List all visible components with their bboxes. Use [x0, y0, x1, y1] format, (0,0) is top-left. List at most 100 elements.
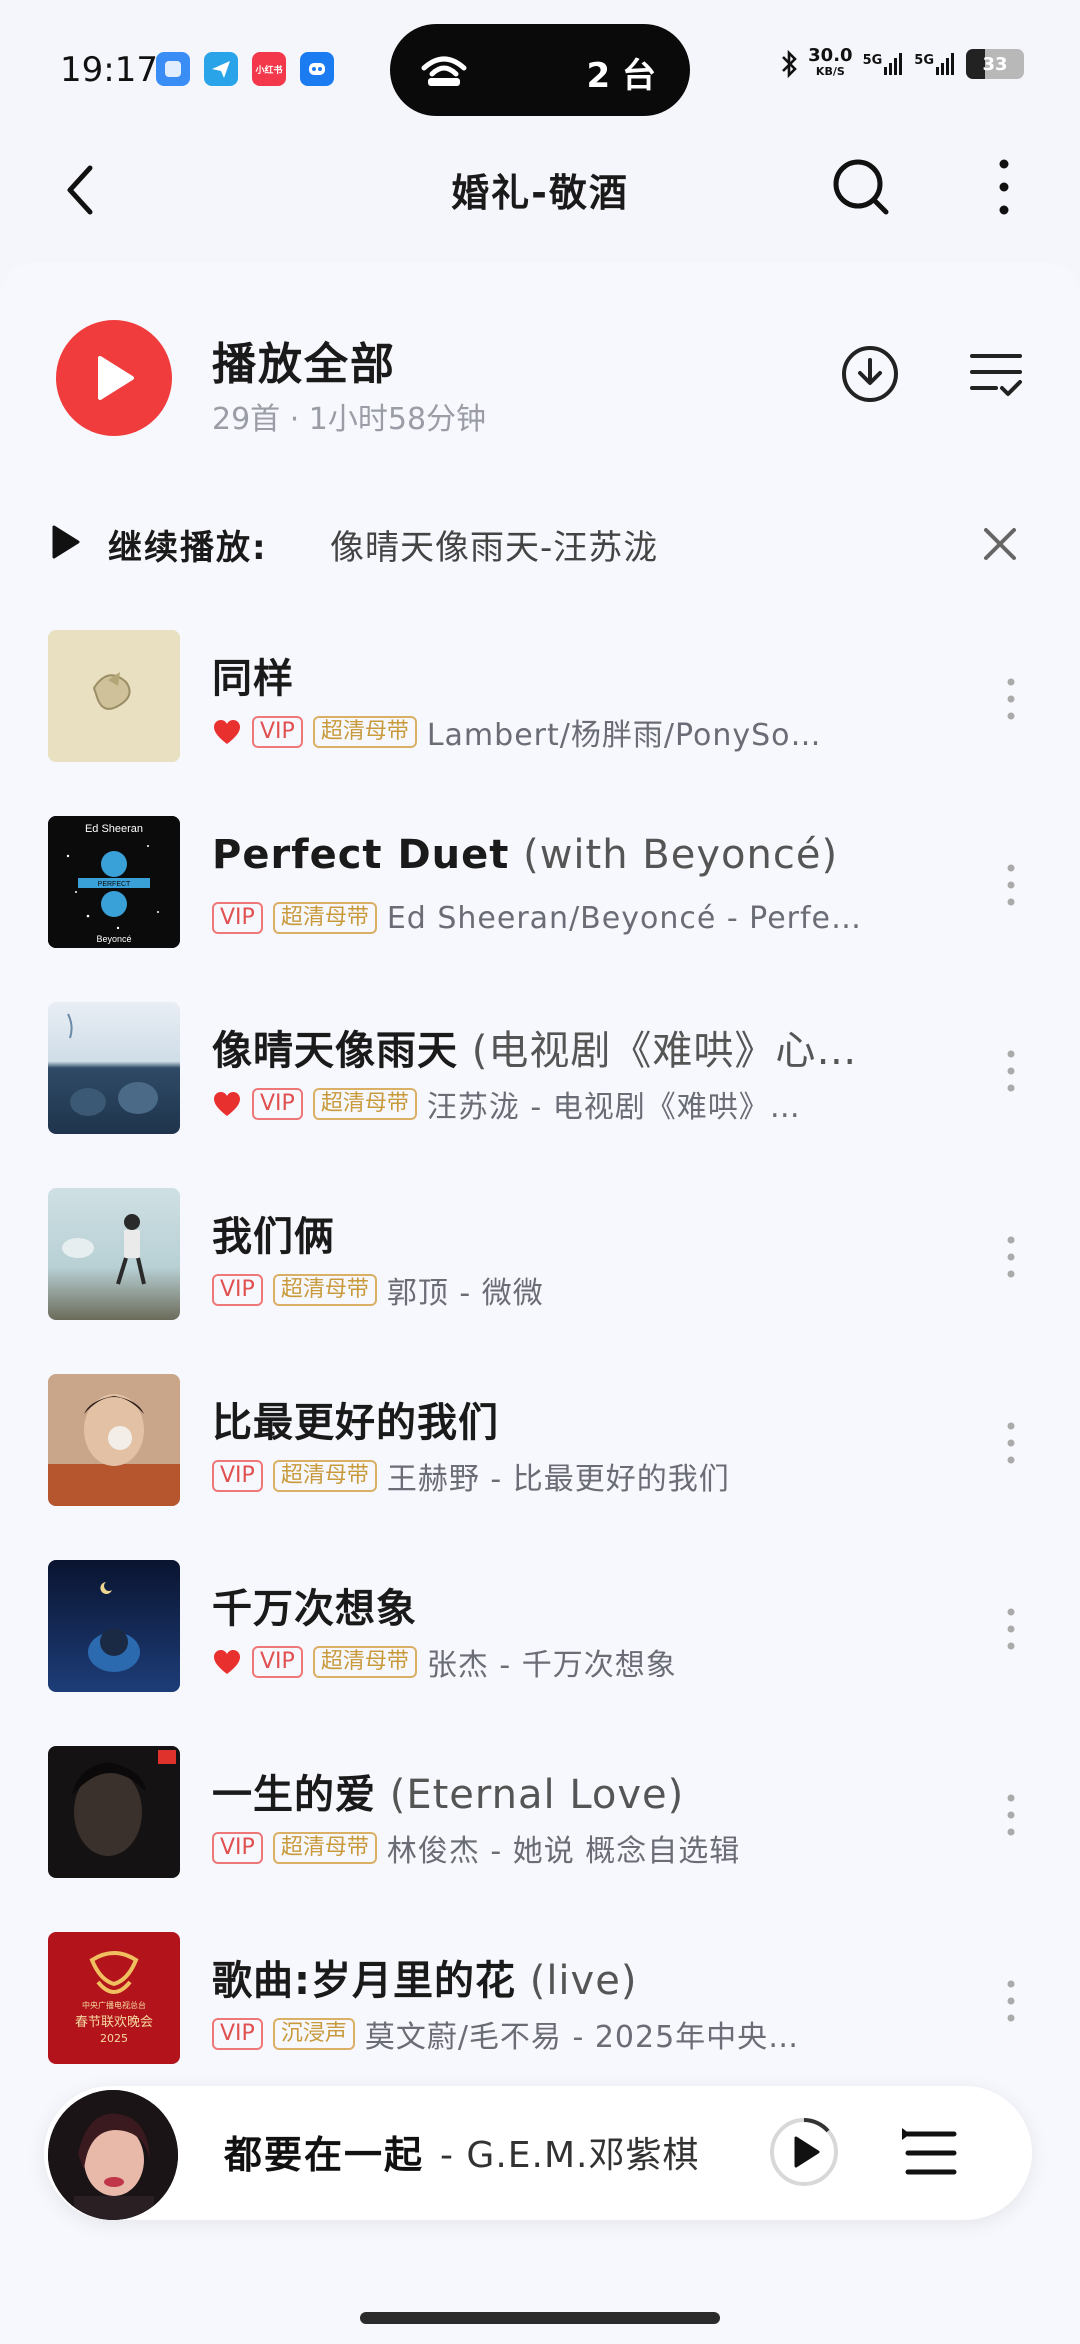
song-row[interactable]: 千万次想象 VIP 超清母带 张杰 - 千万次想象	[0, 1560, 1080, 1700]
signal-2: 5G	[914, 53, 956, 75]
album-cover	[48, 1560, 180, 1692]
vip-badge: VIP	[212, 1460, 263, 1492]
list-check-icon	[970, 354, 1022, 396]
notification-icons: 小红书	[156, 52, 334, 86]
album-cover	[48, 1188, 180, 1320]
download-button[interactable]	[838, 342, 902, 406]
app-screen: 19:17 小红书 2 台 30.0 KB/S 5G 5G 33 婚礼-敬酒 播…	[0, 0, 1080, 2344]
song-more-icon[interactable]	[996, 1604, 1026, 1654]
signal-1-label: 5G	[862, 53, 883, 68]
song-more-icon[interactable]	[996, 674, 1026, 724]
dynamic-island[interactable]: 2 台	[390, 24, 690, 116]
quality-badge: 超清母带	[312, 1646, 417, 1678]
song-more-icon[interactable]	[996, 1790, 1026, 1840]
song-row[interactable]: Ed Sheeran PERFECT Beyoncé Perfect Duet …	[0, 816, 1080, 956]
song-more-icon[interactable]	[996, 1976, 1026, 2026]
song-title: 比最更好的我们	[212, 1390, 932, 1448]
play-circle-icon	[770, 2118, 838, 2186]
song-more-icon[interactable]	[996, 860, 1026, 910]
close-resume-button[interactable]	[976, 520, 1024, 568]
search-button[interactable]	[826, 152, 896, 222]
song-title: 千万次想象	[212, 1576, 932, 1634]
song-title: 像晴天像雨天 (电视剧《难哄》心…	[212, 1018, 932, 1076]
resume-playback-bar[interactable]: 继续播放: 像晴天像雨天-汪苏泷	[0, 508, 1080, 578]
vip-badge: VIP	[212, 1274, 263, 1306]
song-meta: VIP 超清母带 王赫野 - 比最更好的我们	[212, 1456, 912, 1496]
vip-badge: VIP	[212, 902, 263, 934]
now-playing-title: 都要在一起	[224, 2133, 425, 2177]
home-indicator[interactable]	[360, 2312, 720, 2324]
song-title-sub: (电视剧《难哄》心…	[458, 1028, 858, 1074]
song-title: 歌曲:岁月里的花 (live)	[212, 1948, 932, 2006]
song-title: 同样	[212, 646, 932, 704]
quality-badge: 沉浸声	[272, 2018, 355, 2050]
song-artist-album: 林俊杰 - 她说 概念自选辑	[386, 1834, 741, 1868]
song-more-icon[interactable]	[996, 1418, 1026, 1468]
song-meta: VIP 超清母带 郭顶 - 微微	[212, 1270, 912, 1310]
album-cover: 中央广播电视总台 春节联欢晚会 2025	[48, 1932, 180, 2064]
song-title-main: 一生的爱	[212, 1772, 376, 1818]
song-row[interactable]: 中央广播电视总台 春节联欢晚会 2025 歌曲:岁月里的花 (live) VIP…	[0, 1932, 1080, 2072]
vip-badge: VIP	[212, 2018, 263, 2050]
cover-text-gala-org: 中央广播电视总台	[82, 2000, 146, 2010]
quality-badge: 超清母带	[272, 902, 377, 934]
signal-bars-icon	[884, 53, 903, 75]
play-all-label: 播放全部	[212, 339, 396, 390]
song-title-main: 像晴天像雨天	[212, 1028, 458, 1074]
song-title-main: 同样	[212, 656, 294, 702]
vip-badge: VIP	[252, 716, 303, 748]
status-time: 19:17	[60, 50, 158, 90]
song-more-icon[interactable]	[996, 1232, 1026, 1282]
song-artist-album: 莫文蔚/毛不易 - 2025年中央…	[364, 2020, 800, 2054]
vip-badge: VIP	[252, 1088, 303, 1120]
song-title: 一生的爱 (Eternal Love)	[212, 1762, 932, 1820]
song-row[interactable]: 我们俩 VIP 超清母带 郭顶 - 微微	[0, 1188, 1080, 1328]
cover-text-gala-title: 春节联欢晚会	[75, 2015, 153, 2030]
song-meta: VIP 超清母带 汪苏泷 - 电视剧《难哄》…	[212, 1084, 912, 1124]
song-row[interactable]: 一生的爱 (Eternal Love) VIP 超清母带 林俊杰 - 她说 概念…	[0, 1746, 1080, 1886]
more-options-button[interactable]	[986, 152, 1022, 222]
song-title-main: 千万次想象	[212, 1586, 417, 1632]
network-speed: 30.0 KB/S	[808, 45, 853, 80]
top-app-bar: 婚礼-敬酒	[0, 140, 1080, 236]
playlist-title: 婚礼-敬酒	[451, 171, 629, 215]
play-queue-button[interactable]	[898, 2120, 964, 2186]
play-all-button[interactable]	[56, 320, 172, 436]
search-icon	[833, 159, 889, 215]
batch-manage-button[interactable]	[966, 344, 1026, 404]
song-title-sub: (Eternal Love)	[376, 1772, 685, 1818]
song-meta: VIP 超清母带 林俊杰 - 她说 概念自选辑	[212, 1828, 912, 1868]
song-more-icon[interactable]	[996, 1046, 1026, 1096]
vip-badge: VIP	[252, 1646, 303, 1678]
battery-icon: 33	[966, 49, 1024, 79]
robot-app-icon	[300, 52, 334, 86]
play-all-row[interactable]: 播放全部 29首 · 1小时58分钟	[0, 320, 1080, 440]
liked-heart-icon	[214, 720, 240, 744]
song-row[interactable]: 像晴天像雨天 (电视剧《难哄》心… VIP 超清母带 汪苏泷 - 电视剧《难哄》…	[0, 1002, 1080, 1142]
song-title-sub: (with Beyoncé)	[509, 832, 839, 878]
resume-label: 继续播放:	[108, 528, 268, 568]
song-artist-album: 张杰 - 千万次想象	[426, 1648, 677, 1682]
mini-play-button[interactable]	[768, 2116, 840, 2188]
mini-player[interactable]: 都要在一起 - G.E.M.邓紫棋	[44, 2086, 1032, 2220]
song-meta: VIP 沉浸声 莫文蔚/毛不易 - 2025年中央…	[212, 2014, 912, 2054]
play-small-icon	[52, 525, 80, 559]
quality-badge: 超清母带	[312, 716, 417, 748]
playlist-icon	[902, 2128, 957, 2175]
album-cover	[48, 1002, 180, 1134]
song-row[interactable]: 比最更好的我们 VIP 超清母带 王赫野 - 比最更好的我们	[0, 1374, 1080, 1514]
song-artist-album: Lambert/杨胖雨/PonySo…	[426, 718, 822, 752]
system-icons: 30.0 KB/S 5G 5G 33	[780, 45, 1024, 80]
song-row[interactable]: 同样 VIP 超清母带 Lambert/杨胖雨/PonySo…	[0, 630, 1080, 770]
paper-plane-icon	[204, 52, 238, 86]
network-speed-value: 30.0	[808, 45, 853, 66]
song-meta: VIP 超清母带 Lambert/杨胖雨/PonySo…	[212, 712, 912, 752]
quality-badge: 超清母带	[272, 1460, 377, 1492]
now-playing-artist: - G.E.M.邓紫棋	[440, 2135, 700, 2176]
song-title-main: 我们俩	[212, 1214, 335, 1260]
now-playing-cover[interactable]	[48, 2090, 178, 2220]
xiaohongshu-label: 小红书	[255, 65, 283, 76]
quality-badge: 超清母带	[272, 1832, 377, 1864]
more-vertical-icon	[999, 159, 1009, 215]
song-artist-album: Ed Sheeran/Beyoncé - Perfe…	[386, 900, 863, 936]
